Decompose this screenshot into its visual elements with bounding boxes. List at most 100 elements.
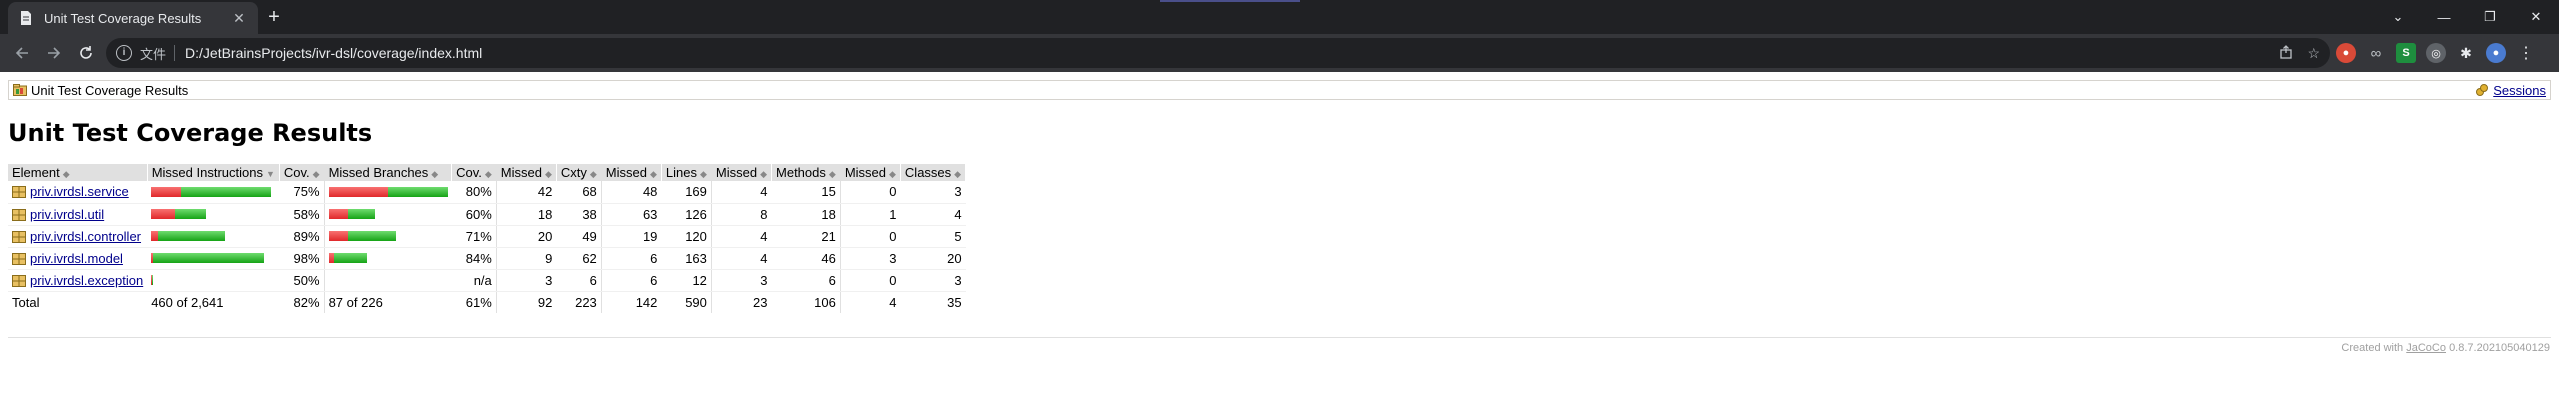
covered-bar [347, 209, 375, 219]
col-classes[interactable]: Classes ◆ [900, 164, 967, 181]
missed-methods-cell: 4 [711, 247, 772, 270]
extension-icon[interactable]: ● [2336, 43, 2356, 63]
col-missed-classes[interactable]: Missed ◆ [840, 164, 901, 181]
close-window-icon[interactable]: ✕ [2513, 9, 2559, 25]
col-missed-lines[interactable]: Missed ◆ [601, 164, 662, 181]
puzzle-icon[interactable]: ✱ [2456, 43, 2476, 63]
breadcrumb-label: Unit Test Coverage Results [31, 82, 189, 98]
tab-close-icon[interactable]: ✕ [230, 10, 248, 27]
missed-cxty-cell: 18 [496, 203, 557, 226]
package-link[interactable]: priv.ivrdsl.model [30, 251, 123, 266]
package-link[interactable]: priv.ivrdsl.controller [30, 229, 141, 244]
jacoco-link[interactable]: JaCoCo [2406, 342, 2446, 354]
avatar-icon[interactable]: ● [2486, 43, 2506, 63]
missed-classes-cell: 1 [840, 203, 901, 226]
covered-bar [152, 275, 154, 285]
element-cell: priv.ivrdsl.util [8, 203, 148, 226]
col-branch-coverage[interactable]: Cov. ◆ [451, 164, 497, 181]
branch-cov-cell: 60% [451, 203, 497, 226]
glasses-icon[interactable]: ∞ [2366, 43, 2386, 63]
address-bar[interactable]: i 文件 D:/JetBrainsProjects/ivr-dsl/covera… [106, 38, 2330, 68]
instructions-coverage-bar [151, 253, 275, 263]
breadcrumb: Unit Test Coverage Results Sessions [8, 80, 2551, 100]
missed-cxty-cell: 42 [496, 181, 557, 204]
classes-cell: 5 [900, 225, 966, 248]
sessions-icon [2476, 84, 2489, 96]
sessions-link[interactable]: Sessions [2493, 83, 2546, 98]
table-row: priv.ivrdsl.controller 89% 71% 20 49 19 … [8, 225, 966, 248]
classes-cell: 20 [900, 247, 966, 270]
sort-icon: ◆ [312, 169, 320, 179]
missed-methods-cell: 4 [711, 225, 772, 248]
col-missed-branches[interactable]: Missed Branches ◆ [324, 164, 453, 181]
active-tab[interactable]: Unit Test Coverage Results ✕ [8, 2, 258, 34]
back-icon[interactable] [6, 37, 38, 69]
lines-cell: 120 [661, 225, 712, 248]
col-cxty[interactable]: Cxty ◆ [556, 164, 602, 181]
instructions-bar-cell [147, 181, 280, 204]
missed-methods-cell: 8 [711, 203, 772, 226]
sort-icon: ◆ [484, 169, 492, 179]
share-icon[interactable] [2279, 44, 2293, 62]
sort-icon: ◆ [649, 169, 657, 179]
element-cell: priv.ivrdsl.controller [8, 225, 148, 248]
extension-s-icon[interactable]: S [2396, 43, 2416, 63]
col-lines[interactable]: Lines ◆ [661, 164, 712, 181]
footer: Created with JaCoCo 0.8.7.202105040129 [2341, 342, 2550, 354]
forward-icon[interactable] [38, 37, 70, 69]
restore-icon[interactable]: ❐ [2467, 9, 2513, 25]
classes-cell: 3 [900, 181, 966, 204]
branch-cov-cell: 84% [451, 247, 497, 270]
report-icon [13, 84, 27, 96]
lines-cell: 169 [661, 181, 712, 204]
element-cell: priv.ivrdsl.model [8, 247, 148, 270]
missed-lines-cell: 19 [601, 225, 662, 248]
menu-kebab-icon[interactable]: ⋮ [2516, 43, 2536, 63]
sort-icon: ◆ [62, 169, 70, 179]
col-missed-cxty[interactable]: Missed ◆ [496, 164, 557, 181]
scheme-label: 文件 [140, 46, 167, 62]
browser-toolbar: i 文件 D:/JetBrainsProjects/ivr-dsl/covera… [0, 34, 2559, 72]
package-icon [12, 274, 26, 287]
total-label: Total [8, 290, 148, 313]
new-tab-button[interactable]: + [262, 6, 286, 30]
missed-lines-cell: 6 [601, 247, 662, 270]
package-link[interactable]: priv.ivrdsl.util [30, 207, 104, 222]
methods-cell: 6 [771, 269, 841, 292]
branches-coverage-bar [328, 231, 448, 241]
page-content: Unit Test Coverage Results Sessions Unit… [0, 72, 2559, 417]
url-text[interactable]: D:/JetBrainsProjects/ivr-dsl/coverage/in… [185, 45, 2279, 61]
extension-profile-icon[interactable]: ◎ [2426, 43, 2446, 63]
package-link[interactable]: priv.ivrdsl.service [30, 184, 129, 199]
document-icon [18, 10, 34, 26]
bookmark-star-icon[interactable]: ☆ [2307, 45, 2320, 62]
cxty-cell: 38 [556, 203, 602, 226]
methods-cell: 46 [771, 247, 841, 270]
window-controls: ⌄ — ❐ ✕ [2375, 0, 2559, 34]
missed-methods-cell: 3 [711, 269, 772, 292]
col-element[interactable]: Element ◆ [8, 164, 148, 181]
page-title: Unit Test Coverage Results [8, 119, 373, 147]
package-icon [12, 230, 26, 243]
sort-icon: ◆ [889, 169, 896, 179]
package-link[interactable]: priv.ivrdsl.exception [30, 273, 143, 288]
col-methods[interactable]: Methods ◆ [771, 164, 841, 181]
reload-icon[interactable] [70, 37, 102, 69]
col-instr-coverage[interactable]: Cov. ◆ [279, 164, 325, 181]
total-missed-cxty: 92 [496, 290, 557, 313]
info-icon[interactable]: i [116, 45, 132, 61]
branches-bar-cell [324, 269, 452, 292]
col-missed-methods[interactable]: Missed ◆ [711, 164, 773, 181]
element-cell: priv.ivrdsl.service [8, 181, 148, 204]
minimize-icon[interactable]: — [2421, 10, 2467, 25]
branches-bar-cell [324, 181, 452, 204]
total-missed-branches: 87 of 226 [324, 290, 452, 313]
package-icon [12, 252, 26, 265]
sort-icon: ◆ [589, 169, 597, 179]
lines-cell: 126 [661, 203, 712, 226]
instructions-bar-cell [147, 203, 280, 226]
classes-cell: 4 [900, 203, 966, 226]
covered-bar [181, 186, 272, 197]
col-missed-instructions[interactable]: Missed Instructions ▼ [147, 164, 280, 181]
tab-search-icon[interactable]: ⌄ [2375, 9, 2421, 25]
